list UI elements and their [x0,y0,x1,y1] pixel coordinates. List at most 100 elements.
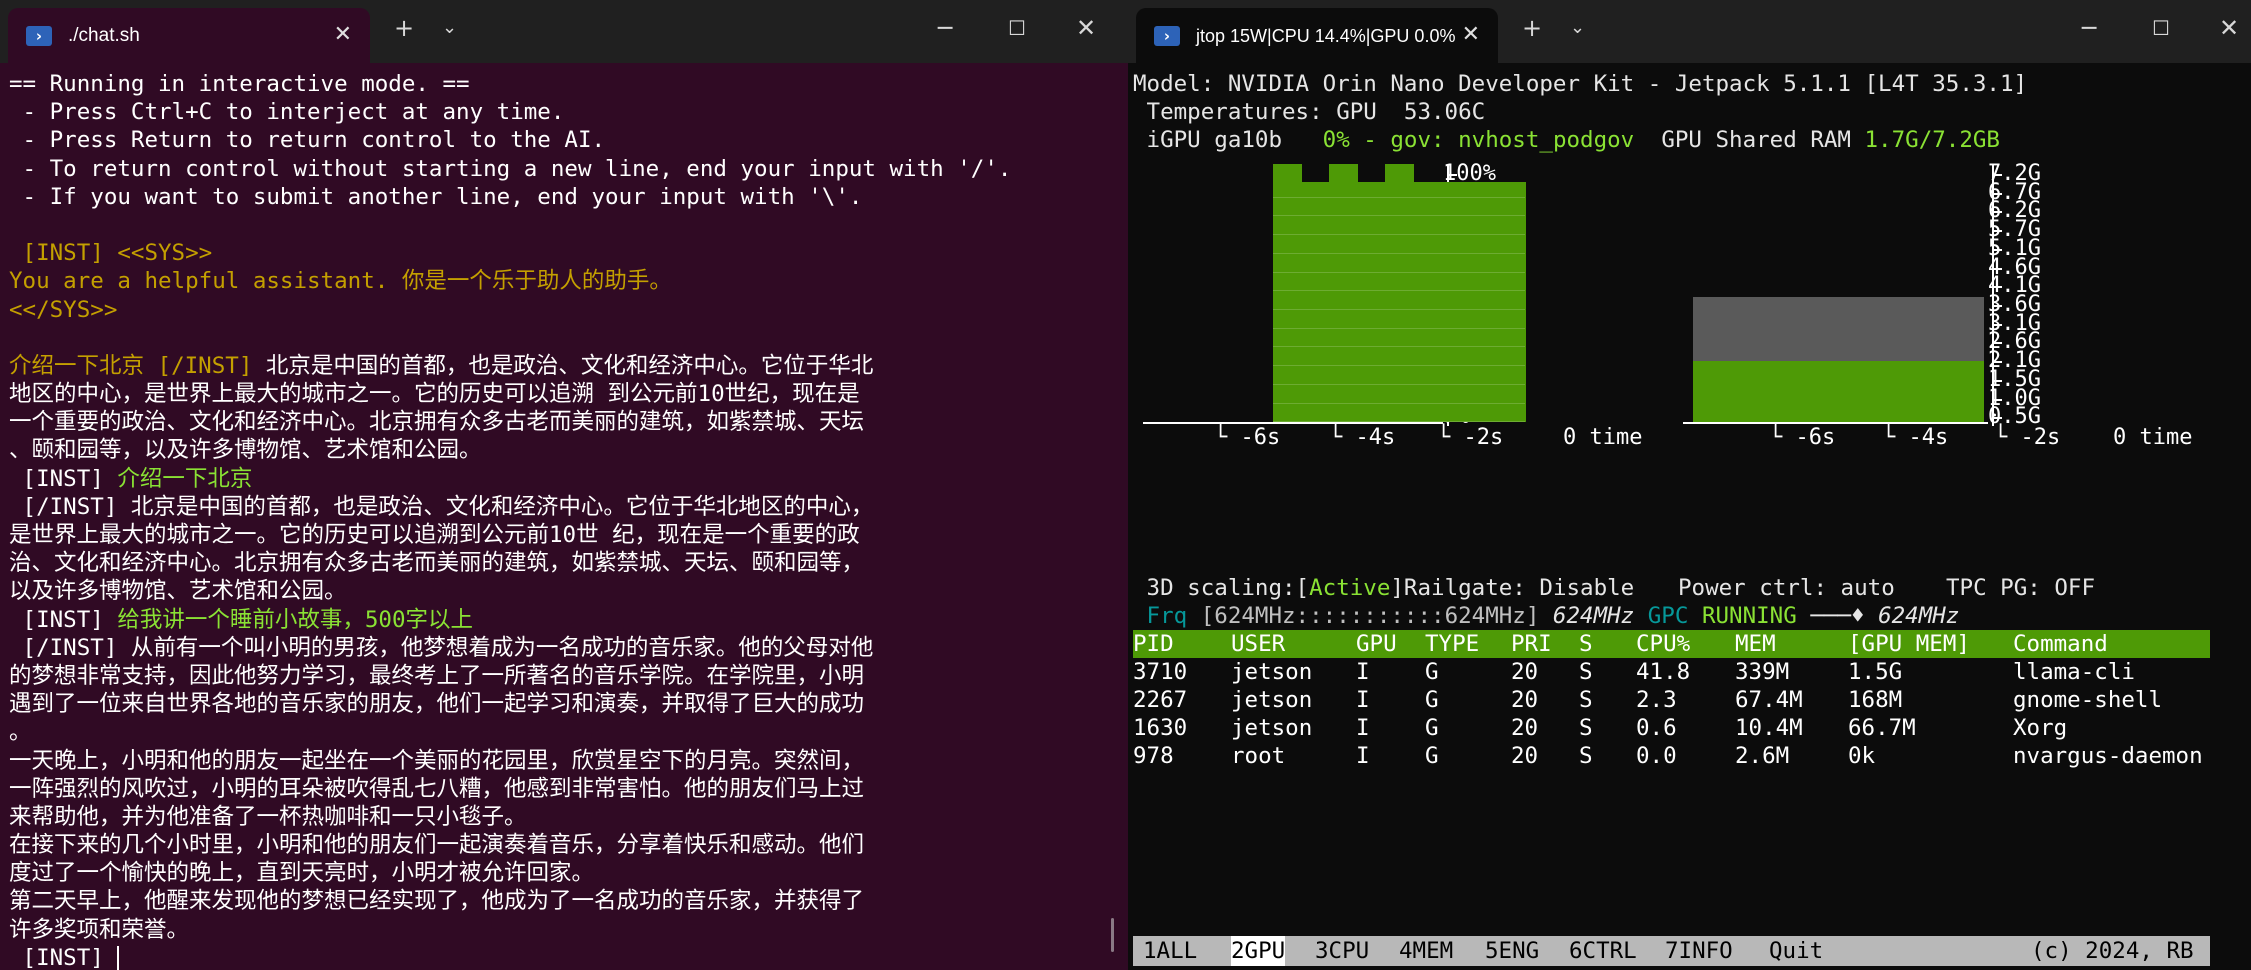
footer-key-info[interactable]: 7INFO [1665,936,1733,966]
table-cell: 978 [1133,743,1174,769]
table-cell: jetson [1231,715,1313,741]
gpc-label: GPC [1647,603,1702,629]
maximize-icon[interactable]: ☐ [1008,14,1026,42]
table-cell: I [1356,659,1370,685]
table-cell: 0.6 [1636,715,1677,741]
grid-line [1273,383,1525,385]
new-tab-plus-icon[interactable]: + [394,14,414,42]
column-header[interactable]: [GPU MEM] [1848,630,1970,658]
x-tick-label: └ -2s [1437,425,1504,450]
terminal-text: 是世界上最大的城市之一。它的历史可以追溯到公元前10世 纪，现在是一个重要的政 [9,522,860,548]
table-cell: I [1356,743,1370,769]
grid-line [1273,234,1525,236]
terminal-line: 地区的中心，是世界上最大的城市之一。它的历史可以追溯 到公元前10世纪，现在是 [9,380,1119,408]
y-tick-mark [1994,192,2002,195]
terminal-line: == Running in interactive mode. == [9,70,1119,98]
column-header[interactable]: MEM [1735,630,1776,658]
text-cursor [117,946,120,970]
footer-key-label: ENG [1498,938,1540,964]
table-cell: S [1579,659,1593,685]
jtop-panel[interactable]: Model: NVIDIA Orin Nano Developer Kit - … [1133,68,2210,968]
footer-key-ctrl[interactable]: 6CTRL [1569,936,1637,966]
table-row[interactable]: 1630 jetson I G 20 S 0.6 10.4M 66.7M Xorg [1133,714,2210,742]
table-row[interactable]: 978 root I G 20 S 0.0 2.6M 0k nvargus-daemon [1133,742,2210,770]
y-tick-mark [1994,398,2002,401]
terminal-text: 。 [9,719,32,746]
grid-line [1273,402,1525,404]
footer-key-label: CTRL [1582,938,1637,964]
footer-key-all[interactable]: 1ALL [1143,936,1197,966]
terminal-line: 一个重要的政治、文化和经济中心。北京拥有众多古老而美丽的建筑，如紫禁城、天坛 [9,408,1119,436]
footer-key-number: 3 [1315,938,1329,964]
terminal-line: <</SYS>> [9,296,1119,324]
footer-key-mem[interactable]: 4MEM [1399,936,1453,966]
table-cell: 0k [1848,743,1876,769]
footer-menu: 1ALL 2GPU 3CPU 4MEM 5ENG 6CTRL 7INFO Quit (c) 20… [1133,936,2210,966]
terminal-text: - Press Return to return control to the … [9,127,606,154]
close-window-icon[interactable]: ✕ [1076,14,1096,42]
grid-line [1273,196,1525,198]
column-header[interactable]: GPU [1356,630,1397,658]
close-window-icon[interactable]: ✕ [2219,14,2239,42]
footer-key-eng[interactable]: 5ENG [1485,936,1539,966]
table-cell: 67.4M [1735,687,1803,713]
close-tab-icon[interactable]: ✕ [334,21,352,49]
column-header[interactable]: S [1579,630,1593,658]
grid-line [1273,290,1525,292]
maximize-icon[interactable]: ☐ [2152,14,2170,42]
column-header[interactable]: CPU% [1636,630,1690,658]
chevron-down-icon[interactable]: ⌄ [442,14,457,42]
footer-key-label: CPU [1328,938,1370,964]
gpu-shared-ram-chart: 7.2G 6.7G 6.2G 5.7G 5.1G 4.6G 4.1G 3.6G 3.1G 2.6G… [1673,156,2210,466]
tab-jtop[interactable]: › jtop 15W|CPU 14.4%|GPU 0.0% ✕ [1136,8,1498,63]
terminal-output[interactable]: == Running in interactive mode. == - Pre… [9,70,1119,970]
scrollbar[interactable] [1111,918,1114,952]
y-tick-mark [1994,323,2002,326]
grid-line [1273,215,1525,217]
terminal-line: 在接下来的几个小时里，小明和他的朋友们一起演奏着音乐，分享着快乐和感动。他们 [9,831,1119,859]
terminal-text: 许多奖项和荣誉。 [9,916,190,943]
new-tab-plus-icon[interactable]: + [1522,14,1542,42]
grid-line [1273,327,1525,329]
terminal-text: 度过了一个愉快的晚上，直到天亮时，小明才被允许回家。 [9,860,595,887]
table-header-row: PID USER GPU TYPE PRI S CPU% MEM [GPU MEM] Comman… [1133,630,2210,658]
title-bar: › jtop 15W|CPU 14.4%|GPU 0.0% ✕ + ⌄ ─ ☐ … [1128,0,2251,63]
gpu-load-chart: 100%92%85%78%71%64%57%50%42%35%28%21%14%… [1133,156,1673,466]
minimize-icon[interactable]: ─ [2082,14,2096,42]
gpc-state: RUNNING [1701,603,1797,629]
column-header[interactable]: USER [1231,630,1285,658]
terminal-line: 治、文化和经济中心。北京拥有众多古老而美丽的建筑，如紫禁城、天坛、颐和园等， [9,549,1119,577]
table-row[interactable]: 3710 jetson I G 20 S 41.8 339M 1.5G llama-cli [1133,658,2210,686]
table-cell: 3710 [1133,659,1188,685]
column-header[interactable]: Command [2013,630,2108,658]
terminal-line: - If you want to submit another line, en… [9,183,1119,211]
table-cell: 1.5G [1848,659,1903,685]
terminal-text: 一阵强烈的风吹过，小明的耳朵被吹得乱七八糟，他感到非常害怕。他的朋友们马上过 [9,775,865,802]
chevron-down-icon[interactable]: ⌄ [1570,14,1585,42]
footer-key-number: 6 [1569,938,1583,964]
table-cell: llama-cli [2013,659,2135,685]
frequency-line: Frq [624MHz:::::::::::624MHz] 624MHz GPC… [1133,602,1960,630]
table-cell: 2.3 [1636,687,1677,713]
close-tab-icon[interactable]: ✕ [1462,21,1480,49]
table-cell: 2.6M [1735,743,1790,769]
footer-key-cpu[interactable]: 3CPU [1315,936,1369,966]
grid-line [1273,252,1525,254]
terminal-text: [/INST] 从前有一个叫小明的男孩，他梦想着成为一名成功的音乐家。他的父母对… [9,634,874,661]
table-row[interactable]: 2267 jetson I G 20 S 2.3 67.4M 168M gnome-shell [1133,686,2210,714]
minimize-icon[interactable]: ─ [938,14,952,42]
tab-chat[interactable]: › ./chat.sh ✕ [8,8,370,63]
footer-key-gpu[interactable]: 2GPU [1231,936,1286,966]
table-cell: G [1425,687,1439,713]
column-header[interactable]: PRI [1511,630,1552,658]
gpu-load-bar [1469,182,1498,422]
table-cell: 20 [1511,743,1539,769]
y-tick-mark [1994,248,2002,251]
column-header[interactable]: PID [1133,630,1174,658]
column-header[interactable]: TYPE [1425,630,1479,658]
terminal-text: [/INST] 北京是中国的首都，也是政治、文化和经济中心。它位于华北地区的中心… [9,493,874,520]
quit-button[interactable]: Quit [1769,936,1823,966]
table-cell: 168M [1848,687,1903,713]
terminal-line: 一天晚上，小明和他的朋友一起坐在一个美丽的花园里，欣赏星空下的月亮。突然间， [9,747,1119,775]
tab-title: ./chat.sh [68,25,140,46]
